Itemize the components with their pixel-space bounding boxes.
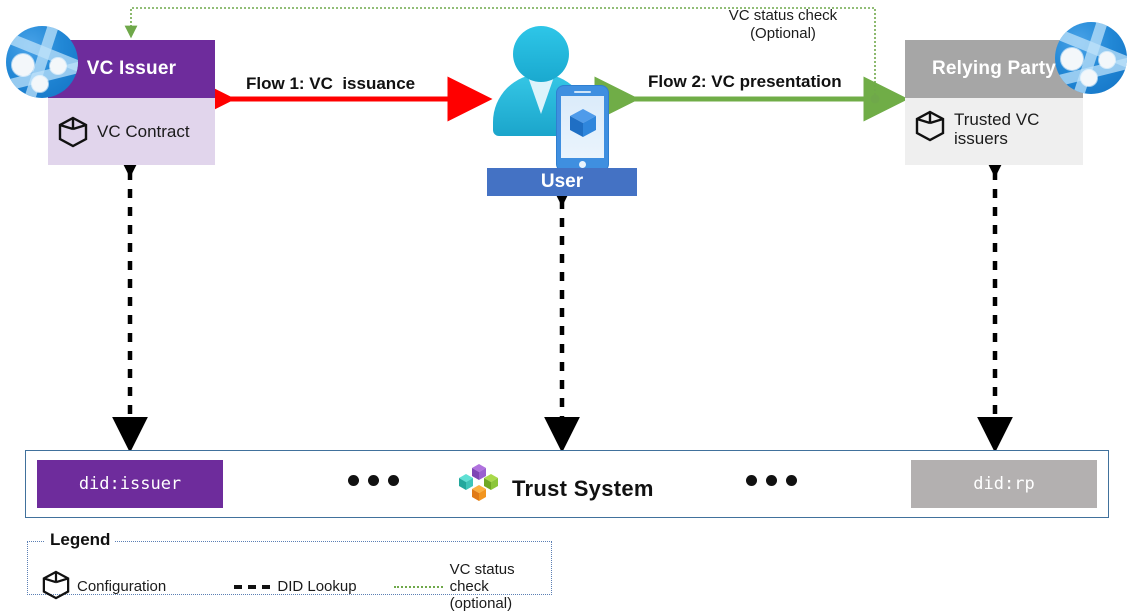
user-avatar-icon <box>487 26 637 171</box>
ellipsis-left <box>348 475 399 486</box>
user-label: User <box>487 168 637 196</box>
flow1-label: Flow 1: VC issuance <box>246 74 416 93</box>
cube-icon <box>915 110 945 142</box>
dashed-line-icon <box>234 585 271 590</box>
vc-status-check-label: VC status check (Optional) <box>700 7 866 43</box>
legend-label-vc-status-check-line1: VC status check <box>449 561 515 595</box>
vc-contract-label: VC Contract <box>97 121 190 141</box>
vc-status-check-line2: (Optional) <box>750 25 816 42</box>
cube-icon <box>58 116 88 148</box>
diagram-canvas: VC Issuer VC Contract User Relying Party… <box>0 0 1139 611</box>
ellipsis-right <box>746 475 797 486</box>
legend: Legend Configuration DID Lookup VC statu… <box>27 530 552 611</box>
dotted-line-icon <box>393 586 443 589</box>
flow2-arrow <box>594 76 909 122</box>
legend-label-configuration: Configuration <box>77 577 167 595</box>
smartphone-icon <box>557 86 608 171</box>
globe-icon <box>6 26 78 98</box>
azure-blockchain-cubes-icon <box>456 463 502 514</box>
legend-label-vc-status-check-line2: (optional) <box>449 594 513 612</box>
legend-label-did-lookup: DID Lookup <box>277 577 357 595</box>
cube-icon <box>569 108 597 138</box>
vc-issuer-body: VC Contract <box>48 98 215 165</box>
trust-system-logo-group: Trust System <box>456 463 654 514</box>
did-issuer-box[interactable]: did:issuer <box>37 460 223 508</box>
globe-icon <box>1055 22 1127 94</box>
trust-system-bar[interactable]: did:issuer Trust System did:rp <box>25 450 1109 518</box>
legend-item-did-lookup: DID Lookup <box>234 577 394 596</box>
cube-icon <box>42 570 70 605</box>
vc-status-check-line1: VC status check <box>728 7 838 24</box>
legend-title: Legend <box>45 530 116 550</box>
trusted-vc-issuers-label: Trusted VC issuers <box>954 110 1040 149</box>
did-rp-box[interactable]: did:rp <box>911 460 1097 508</box>
relying-party-body: Trusted VC issuers <box>905 98 1083 165</box>
trust-system-name: Trust System <box>512 475 654 501</box>
flow2-label: Flow 2: VC presentation <box>648 72 842 91</box>
legend-item-configuration: Configuration <box>42 570 234 605</box>
